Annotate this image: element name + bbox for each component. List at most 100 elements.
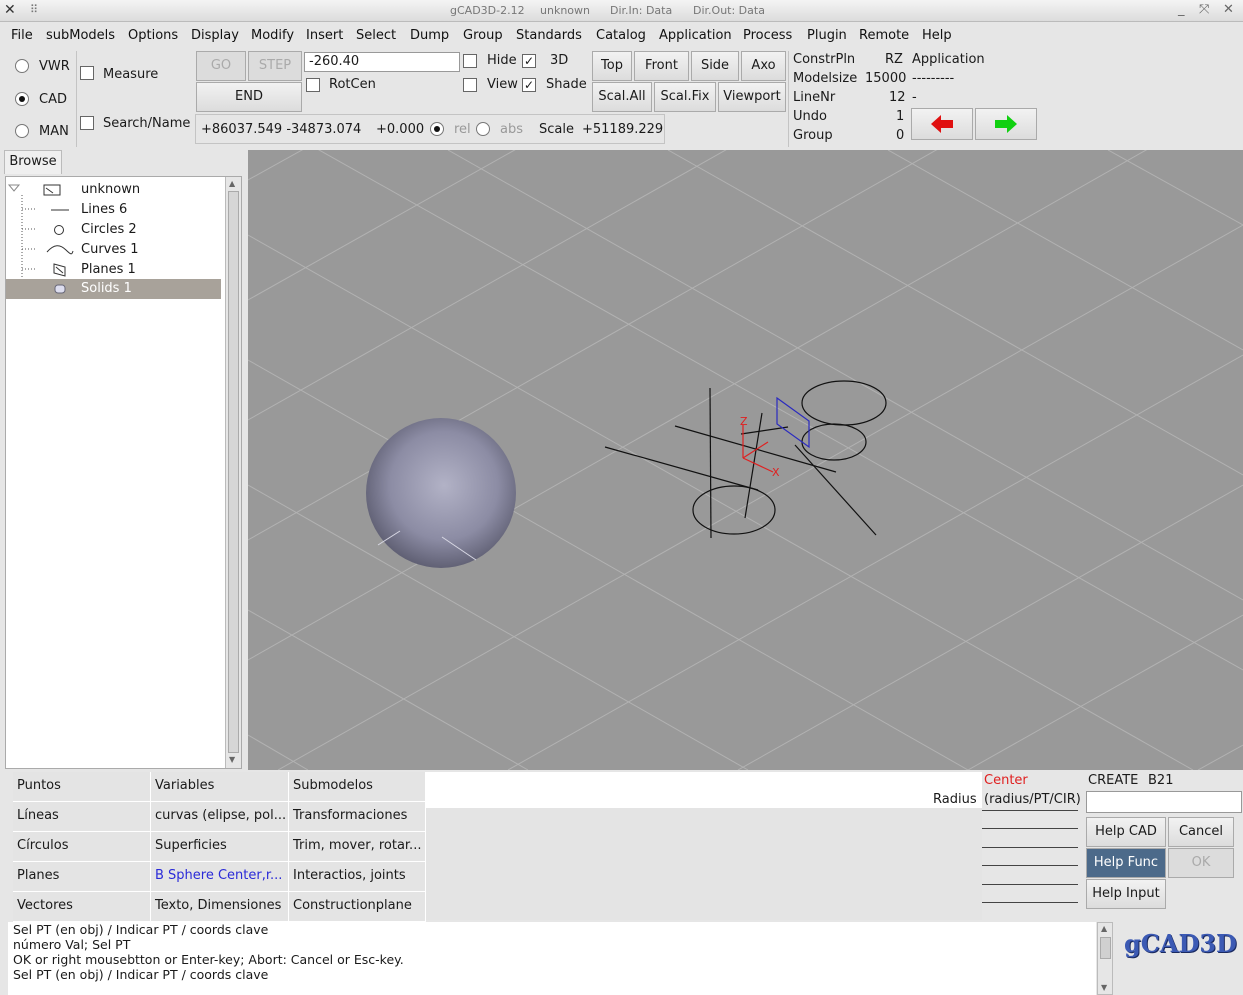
value-input[interactable]: -260.40 [304,52,460,72]
menu-remote[interactable]: Remote [859,28,909,43]
cad-viewport[interactable]: Z X [247,29,1243,771]
modelsize-value: 15000 [865,71,907,86]
view-side-button[interactable]: Side [691,51,739,81]
func-curvas[interactable]: curvas (elipse, pol... [151,802,289,832]
func-submodelos[interactable]: Submodelos [289,772,426,802]
tab-browse[interactable]: Browse [4,150,62,174]
measure-checkbox[interactable] [80,66,94,80]
scroll-up-icon[interactable]: ▲ [1101,924,1107,933]
func-planes[interactable]: Planes [13,862,151,892]
view-front-button[interactable]: Front [634,51,689,81]
func-vectores[interactable]: Vectores [13,892,151,922]
func-puntos[interactable]: Puntos [13,772,151,802]
tree-item-circles[interactable]: Circles 2 [6,220,221,240]
help-input-button[interactable]: Help Input [1086,879,1166,909]
param-line [982,902,1078,903]
app-logo-icon: ✕ [4,2,16,18]
step-button[interactable]: STEP [248,51,302,81]
parameter-area [426,772,982,920]
tree-item-lines[interactable]: Lines 6 [6,200,221,220]
menu-dump[interactable]: Dump [410,28,449,43]
menu-modify[interactable]: Modify [251,28,294,43]
sphere-solid[interactable] [366,418,516,568]
rel-radio[interactable] [430,122,444,136]
search-name-checkbox[interactable] [80,116,94,130]
arrow-left-icon [931,115,953,133]
create-input[interactable] [1086,791,1242,813]
tree-item-label: Planes 1 [81,262,136,277]
menu-display[interactable]: Display [191,28,239,43]
tree-item-planes[interactable]: Planes 1 [6,260,221,280]
func-transformaciones[interactable]: Transformaciones [289,802,426,832]
func-variables[interactable]: Variables [151,772,289,802]
close-icon[interactable]: ✕ [1223,2,1234,17]
func-constructionplane[interactable]: Constructionplane [289,892,426,922]
mode-cad-radio[interactable] [15,92,29,106]
func-circulos[interactable]: Círculos [13,832,151,862]
scale-all-button[interactable]: Scal.All [592,82,652,112]
scroll-down-icon[interactable]: ▼ [229,755,235,764]
abs-radio[interactable] [476,122,490,136]
linenr-value: 12 [889,90,906,105]
measure-label: Measure [103,67,159,82]
mode-vwr-radio[interactable] [15,59,29,73]
tree-item-solids[interactable]: Solids 1 [6,279,221,299]
scroll-thumb[interactable] [228,191,239,753]
menu-catalog[interactable]: Catalog [596,28,646,43]
menu-plugin[interactable]: Plugin [807,28,847,43]
menu-select[interactable]: Select [356,28,396,43]
title-app: gCAD3D-2.12 [450,4,525,17]
curve-icon [46,245,74,255]
mode-man-radio[interactable] [15,124,29,138]
minimize-icon[interactable]: _ [1178,2,1185,17]
func-interactions[interactable]: Interactios, joints [289,862,426,892]
scroll-thumb[interactable] [1100,937,1111,959]
func-superficies[interactable]: Superficies [151,832,289,862]
rotcen-checkbox[interactable] [306,78,320,92]
help-func-button[interactable]: Help Func [1086,848,1166,878]
func-sphere[interactable]: B Sphere Center,r... [151,862,289,892]
func-trim[interactable]: Trim, mover, rotar... [289,832,426,862]
scroll-up-icon[interactable]: ▲ [229,179,235,188]
help-cad-button[interactable]: Help CAD [1086,817,1166,847]
menu-process[interactable]: Process [743,28,792,43]
func-lineas[interactable]: Líneas [13,802,151,832]
menu-application[interactable]: Application [659,28,732,43]
cancel-button[interactable]: Cancel [1168,817,1234,847]
message-line: Sel PT (en obj) / Indicar PT / coords cl… [13,967,269,982]
view-top-button[interactable]: Top [592,51,632,81]
tree-item-model[interactable]: unknown [6,180,221,200]
scale-label: Scale [539,122,574,137]
3d-checkbox[interactable]: ✓ [522,54,536,68]
go-button[interactable]: GO [196,51,246,81]
title-dir-out: Dir.Out: Data [693,4,765,17]
constrpln-value: RZ [885,52,903,67]
scroll-down-icon[interactable]: ▼ [1101,983,1107,992]
menu-insert[interactable]: Insert [306,28,343,43]
tree-item-curves[interactable]: Curves 1 [6,240,221,260]
scale-fix-button[interactable]: Scal.Fix [654,82,716,112]
viewport-button[interactable]: Viewport [718,82,786,112]
shade-checkbox[interactable]: ✓ [522,78,536,92]
undo-label: Undo [793,109,827,124]
menu-options[interactable]: Options [128,28,178,43]
redo-button[interactable] [975,108,1037,140]
viewport-canvas[interactable]: Z X [247,29,1243,771]
view-axo-button[interactable]: Axo [741,51,786,81]
end-button[interactable]: END [196,82,302,112]
ok-button[interactable]: OK [1168,848,1234,878]
menu-submodels[interactable]: subModels [46,28,115,43]
menu-file[interactable]: File [11,28,33,43]
hide-checkbox[interactable] [463,54,477,68]
tree-scrollbar[interactable]: ▲ ▼ [225,177,241,768]
message-scrollbar[interactable]: ▲ ▼ [1097,922,1113,995]
maximize-icon[interactable]: ⤧ [1199,2,1209,17]
menu-standards[interactable]: Standards [516,28,582,43]
plane-icon [53,263,66,277]
menu-group[interactable]: Group [463,28,503,43]
func-texto[interactable]: Texto, Dimensiones [151,892,289,922]
undo-button[interactable] [911,108,973,140]
menu-help[interactable]: Help [922,28,952,43]
tree-item-label: Circles 2 [81,222,137,237]
view-checkbox[interactable] [463,78,477,92]
